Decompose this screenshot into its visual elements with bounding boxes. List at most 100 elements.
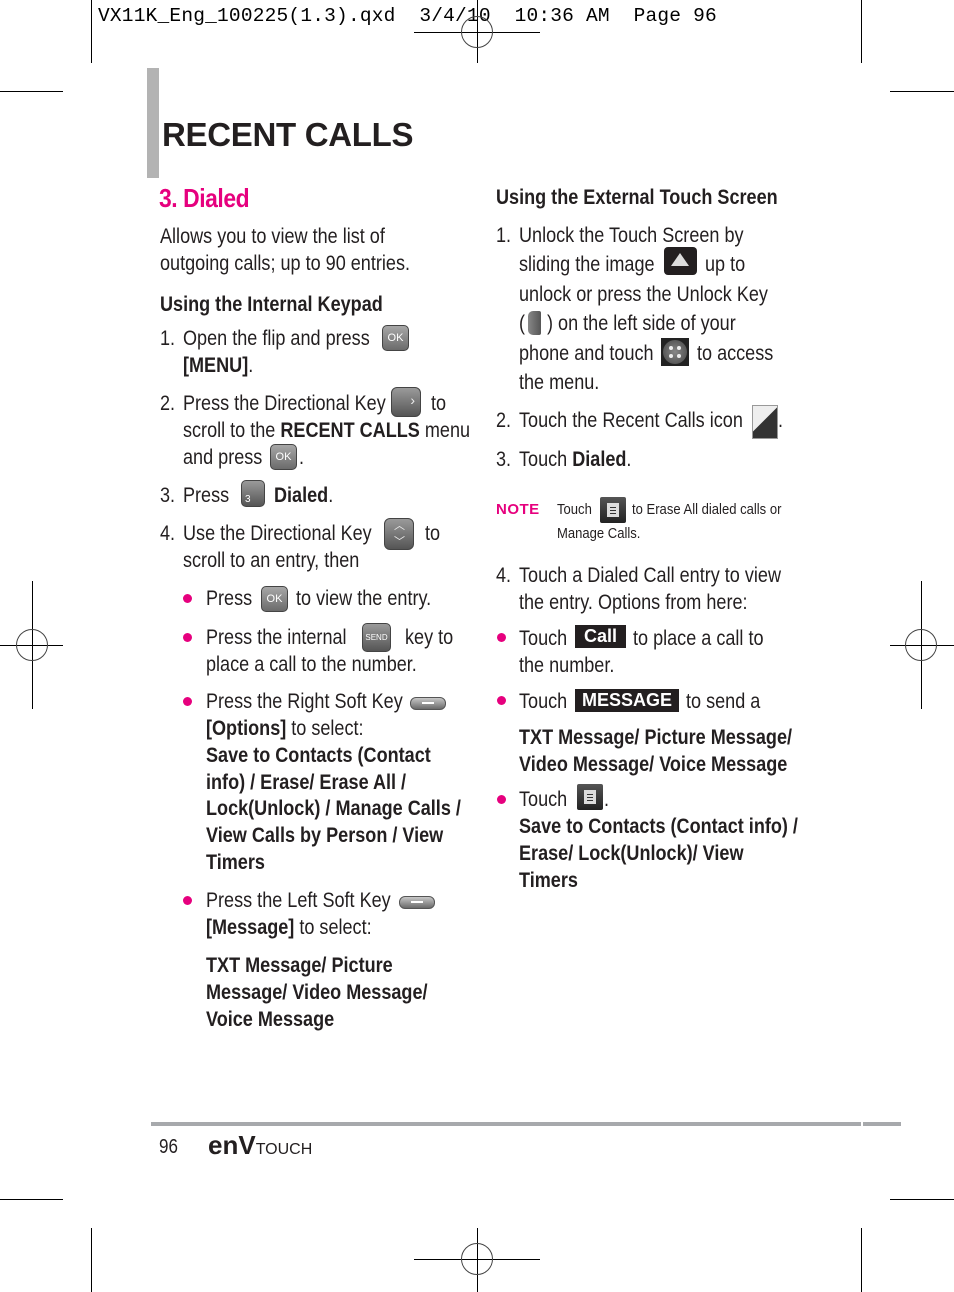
dialed-label: Dialed — [572, 448, 627, 471]
bullet-text: key to — [405, 626, 454, 649]
bullet-text: Press the internal — [206, 626, 347, 649]
step-text: Touch a Dialed Call entry to view — [519, 564, 782, 587]
note-text: Touch — [557, 502, 592, 518]
bullet-text: to view the entry. — [296, 587, 432, 610]
step-text: and press — [183, 446, 263, 469]
bullet-icon — [183, 697, 192, 706]
step-text: up to — [705, 253, 746, 276]
text: to select: — [294, 916, 372, 939]
step-text: Unlock the Touch Screen by — [519, 224, 744, 247]
brand-sub: TOUCH — [255, 1141, 313, 1158]
step-text: unlock or press the Unlock Key — [519, 283, 768, 306]
left-soft-key-icon — [399, 896, 435, 909]
step-text: Use the Directional Key — [183, 522, 372, 545]
bullet-text: the number. — [519, 654, 615, 677]
footer-rule — [863, 1122, 901, 1126]
step-text: ) on the left side of your — [547, 312, 736, 335]
punct: . — [778, 409, 784, 432]
step-text: Dialed. — [274, 482, 333, 509]
bullet-text: [Options] to select: — [206, 715, 364, 742]
options-list-line: Save to Contacts (Contact — [206, 744, 431, 767]
bullet-icon — [183, 594, 192, 603]
menu-launcher-icon — [661, 338, 689, 366]
title-accent-bar — [147, 68, 159, 178]
step-text: to access — [697, 342, 774, 365]
options-list-line: TXT Message/ Picture — [206, 954, 393, 977]
step-number: 2. — [160, 392, 176, 415]
file-slug: VX11K_Eng_100225(1.3).qxd 3/4/10 10:36 A… — [98, 5, 717, 27]
bullet-text: to send a — [686, 690, 761, 713]
dialed-label: Dialed — [274, 484, 329, 507]
bullet-text: Touch — [519, 627, 568, 650]
bullet-icon — [183, 896, 192, 905]
options-list-line: Erase/ Lock(Unlock)/ View — [519, 842, 744, 865]
intro-text: outgoing calls; up to 90 entries. — [160, 252, 411, 275]
step-text: Press the Directional Key — [183, 392, 386, 415]
bullet-text: [Message] to select: — [206, 914, 372, 941]
unlock-slider-icon — [664, 247, 697, 275]
step-number: 2. — [496, 409, 512, 432]
step-text: Open the flip and press — [183, 327, 370, 350]
directional-key-right-icon: › — [391, 387, 421, 417]
directional-key-updown-icon: ︿ ﹀ — [384, 518, 414, 550]
step-text: [MENU]. — [183, 352, 253, 379]
step-number: 4. — [496, 564, 512, 587]
options-list-line: View Calls by Person / View — [206, 824, 444, 847]
step-text: the entry. Options from here: — [519, 591, 748, 614]
punct: . — [626, 448, 632, 471]
options-list-line: info) / Erase/ Erase All / — [206, 771, 407, 794]
recent-calls-label: RECENT CALLS — [280, 419, 420, 442]
key-3-icon: 3 — [241, 480, 265, 507]
bullet-text: Touch — [519, 690, 568, 713]
options-menu-icon — [600, 497, 626, 523]
step-text: phone and touch — [519, 342, 654, 365]
step-text: scroll to an entry, then — [183, 549, 360, 572]
options-list-line: Save to Contacts (Contact info) / — [519, 815, 798, 838]
call-button[interactable]: Call — [575, 625, 626, 648]
text: to select: — [286, 717, 364, 740]
bullet-text: place a call to the number. — [206, 653, 417, 676]
bullet-text: Press the Right Soft Key — [206, 690, 403, 713]
step-text: sliding the image — [519, 253, 655, 276]
bullet-icon — [497, 633, 506, 642]
note-text: Manage Calls. — [557, 526, 641, 542]
step-text: Touch the Recent Calls icon — [519, 409, 743, 432]
punct: . — [299, 446, 305, 469]
bullet-icon — [183, 633, 192, 642]
step-number: 1. — [160, 327, 176, 350]
step-text: the menu. — [519, 371, 600, 394]
punct: . — [328, 484, 334, 507]
step-number: 1. — [496, 224, 512, 247]
step-text: to — [425, 522, 441, 545]
step-text: Touch Dialed. — [519, 446, 631, 473]
key-3-label: 3 — [245, 494, 251, 505]
unlock-key-icon — [528, 311, 541, 335]
text: menu — [419, 419, 471, 442]
options-menu-icon — [577, 784, 603, 810]
text: Touch — [519, 448, 573, 471]
menu-label: [MENU] — [183, 354, 249, 377]
message-button[interactable]: MESSAGE — [575, 689, 679, 712]
subheading-internal-keypad: Using the Internal Keypad — [160, 293, 383, 316]
step-number: 4. — [160, 522, 176, 545]
section-title: 3. Dialed — [159, 183, 250, 213]
step-text: scroll to the RECENT CALLS menu — [183, 417, 470, 444]
brand-logo: enVTOUCH — [208, 1130, 312, 1161]
brand-main: enV — [208, 1130, 256, 1160]
subheading-external-touch-screen: Using the External Touch Screen — [496, 186, 778, 209]
bullet-icon — [497, 696, 506, 705]
page-title: RECENT CALLS — [162, 116, 414, 153]
bullet-text: to place a call to — [633, 627, 764, 650]
step-number: 3. — [496, 448, 512, 471]
step-text: Press — [183, 484, 230, 507]
footer-rule — [151, 1122, 861, 1126]
ok-key-icon: OK — [261, 586, 288, 612]
ok-key-icon: OK — [270, 444, 297, 470]
bullet-text: Press the Left Soft Key — [206, 889, 391, 912]
right-soft-key-icon — [410, 697, 446, 710]
step-number: 3. — [160, 484, 176, 507]
punct: . — [248, 354, 254, 377]
options-list-line: Video Message/ Voice Message — [519, 753, 788, 776]
punct: . — [604, 788, 610, 811]
options-list-line: Message/ Video Message/ — [206, 981, 428, 1004]
